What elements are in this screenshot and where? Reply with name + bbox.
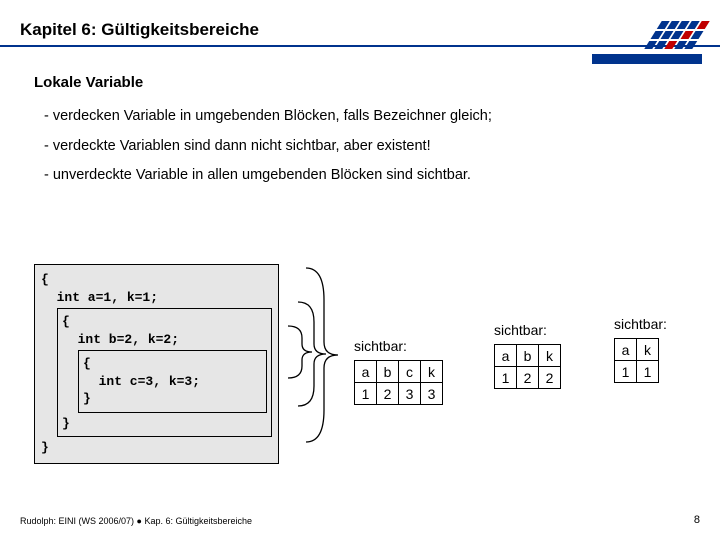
table-cell: b — [377, 361, 399, 383]
table-inner: sichtbar: a b c k 1 2 3 3 — [354, 338, 443, 405]
code-line: int b=2, k=2; — [62, 331, 267, 349]
table-cell: k — [421, 361, 443, 383]
table-cell: a — [355, 361, 377, 383]
table-caption: sichtbar: — [614, 316, 667, 332]
logo-bar — [592, 54, 702, 64]
table-caption: sichtbar: — [354, 338, 443, 354]
table-cell: 1 — [355, 383, 377, 405]
page-number: 8 — [694, 514, 700, 526]
table-cell: a — [615, 339, 637, 361]
table-cell: 1 — [615, 361, 637, 383]
table-caption: sichtbar: — [494, 322, 561, 338]
table-cell: 3 — [421, 383, 443, 405]
table-cell: 2 — [517, 367, 539, 389]
slide-title: Kapitel 6: Gültigkeitsbereiche — [20, 20, 259, 40]
section-title: Lokale Variable — [34, 74, 694, 91]
table-row: a k — [615, 339, 659, 361]
table-cell: a — [495, 345, 517, 367]
visibility-table-mid: a b k 1 2 2 — [494, 344, 561, 389]
code-block-inner: { int c=3, k=3; } — [78, 350, 267, 413]
table-row: 1 1 — [615, 361, 659, 383]
table-cell: 1 — [637, 361, 659, 383]
brace-outer-icon — [302, 266, 340, 444]
table-cell: k — [539, 345, 561, 367]
bullet-2: - verdeckte Variablen sind dann nicht si… — [44, 137, 694, 157]
slide: Kapitel 6: Gültigkeitsbereiche Lokale Va… — [0, 0, 720, 540]
table-cell: 1 — [495, 367, 517, 389]
visibility-table-outer: a k 1 1 — [614, 338, 659, 383]
footer-text: Rudolph: EINI (WS 2006/07) ● Kap. 6: Gül… — [20, 516, 252, 526]
code-line: { — [41, 271, 272, 289]
code-line: } — [83, 390, 262, 408]
table-row: a b c k — [355, 361, 443, 383]
table-cell: c — [399, 361, 421, 383]
lower-area: { int a=1, k=1; { int b=2, k=2; { int c=… — [34, 264, 694, 464]
table-cell: 3 — [399, 383, 421, 405]
table-row: a b k — [495, 345, 561, 367]
table-cell: b — [517, 345, 539, 367]
content: Lokale Variable - verdecken Variable in … — [34, 74, 694, 196]
code-line: { — [62, 313, 267, 331]
code-line: { — [83, 355, 262, 373]
code-line: } — [62, 415, 267, 433]
code-line: int a=1, k=1; — [41, 289, 272, 307]
visibility-table-inner: a b c k 1 2 3 3 — [354, 360, 443, 405]
header: Kapitel 6: Gültigkeitsbereiche — [0, 0, 720, 50]
table-cell: 2 — [539, 367, 561, 389]
bullet-3: - unverdeckte Variable in allen umgebend… — [44, 166, 694, 186]
table-mid: sichtbar: a b k 1 2 2 — [494, 322, 561, 389]
table-cell: 2 — [377, 383, 399, 405]
table-cell: k — [637, 339, 659, 361]
bullet-1: - verdecken Variable in umgebenden Blöck… — [44, 107, 694, 127]
table-outer: sichtbar: a k 1 1 — [614, 316, 667, 383]
table-row: 1 2 3 3 — [355, 383, 443, 405]
code-block-outer: { int a=1, k=1; { int b=2, k=2; { int c=… — [34, 264, 279, 464]
code-line: } — [41, 439, 272, 457]
table-row: 1 2 2 — [495, 367, 561, 389]
code-line: int c=3, k=3; — [83, 373, 262, 391]
title-underline — [0, 45, 720, 47]
code-block-mid: { int b=2, k=2; { int c=3, k=3; } } — [57, 308, 272, 437]
